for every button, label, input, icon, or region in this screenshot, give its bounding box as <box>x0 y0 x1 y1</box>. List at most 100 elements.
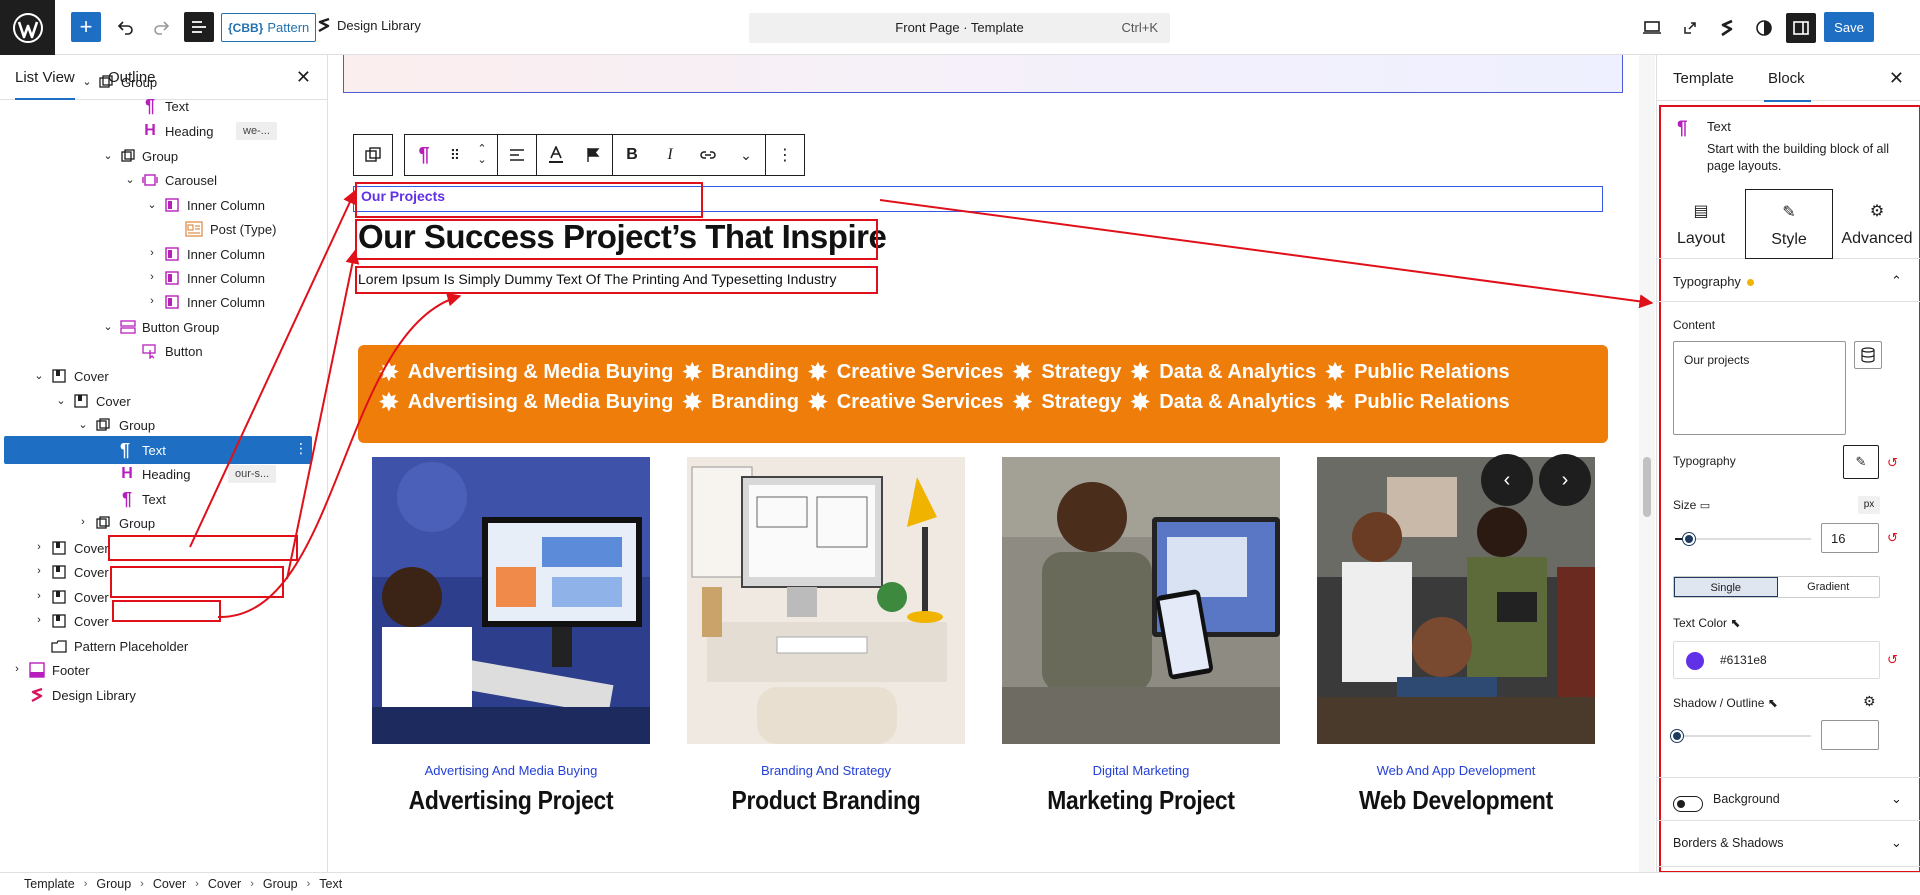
chevron-down-icon[interactable]: ⌄ <box>1891 835 1902 851</box>
styles-button[interactable] <box>1749 13 1779 43</box>
link-button[interactable] <box>689 135 727 175</box>
gear-icon[interactable]: ⚙ <box>1863 693 1876 710</box>
reset-icon[interactable]: ↺ <box>1887 530 1898 546</box>
single-option[interactable]: Single <box>1674 577 1778 597</box>
chevron-down-icon[interactable]: ⌄ <box>54 393 68 407</box>
chevron-down-icon[interactable]: ⌄ <box>101 148 115 162</box>
chevron-right-icon[interactable]: › <box>32 613 46 627</box>
settings-sidebar-button[interactable] <box>1786 13 1816 43</box>
chevron-right-icon[interactable]: › <box>145 246 159 260</box>
project-category[interactable]: Web And App Development <box>1317 763 1595 778</box>
chevron-down-icon[interactable]: ⌄ <box>727 135 765 175</box>
design-library-button[interactable]: Design Library <box>317 17 421 33</box>
text-color-picker[interactable]: #6131e8 <box>1673 641 1880 679</box>
chevron-right-icon[interactable]: › <box>32 564 46 578</box>
list-item[interactable]: › Inner Column <box>4 288 312 316</box>
project-image-phone-laptop[interactable] <box>1002 457 1280 744</box>
gradient-option[interactable]: Gradient <box>1778 577 1880 597</box>
list-item[interactable]: H Heading our-s... <box>4 460 312 488</box>
edit-typography-button[interactable]: ✎ <box>1843 445 1879 479</box>
chevron-down-icon[interactable]: ⌄ <box>101 319 115 333</box>
chevron-up-icon[interactable]: ⌃ <box>1891 273 1902 289</box>
size-slider-handle[interactable] <box>1682 533 1695 545</box>
project-category[interactable]: Branding And Strategy <box>687 763 965 778</box>
view-external-button[interactable] <box>1675 13 1705 43</box>
chevron-down-icon[interactable]: ⌄ <box>76 417 90 431</box>
content-textarea[interactable]: Our projects <box>1673 341 1846 435</box>
project-title[interactable]: Product Branding <box>704 785 949 816</box>
unit-toggle[interactable]: px <box>1858 496 1880 514</box>
project-image-office-analytics[interactable] <box>372 457 650 744</box>
scrollbar-thumb[interactable] <box>1643 457 1651 517</box>
carousel-prev-button[interactable]: ‹ <box>1481 454 1533 506</box>
paragraph-icon[interactable]: ¶ <box>405 135 443 175</box>
subtab-layout[interactable]: ▤ Layout <box>1657 189 1745 259</box>
previous-section-block[interactable] <box>343 55 1623 93</box>
project-category[interactable]: Advertising And Media Buying <box>372 763 650 778</box>
list-item[interactable]: › Group <box>4 509 312 537</box>
borders-panel-header[interactable]: Borders & Shadows ⌄ <box>1657 821 1920 867</box>
desktop-icon[interactable]: ▭ <box>1700 500 1710 512</box>
chevron-down-icon[interactable]: ⌄ <box>32 368 46 382</box>
breadcrumb-item[interactable]: Group <box>263 877 298 891</box>
tab-block[interactable]: Block <box>1764 70 1811 102</box>
chevron-right-icon[interactable]: › <box>145 294 159 308</box>
list-item[interactable]: › Cover <box>4 558 312 586</box>
background-toggle[interactable] <box>1673 796 1703 812</box>
chevron-right-icon[interactable]: › <box>76 515 90 529</box>
document-command-bar[interactable]: Front Page · Template Ctrl+K <box>749 13 1170 43</box>
list-item[interactable]: ¶ Text <box>4 92 312 120</box>
drag-handle-icon[interactable]: ⠿ <box>443 135 467 175</box>
stackable-settings-button[interactable] <box>1712 13 1742 43</box>
subtab-style[interactable]: ✎ Style <box>1745 189 1833 259</box>
size-input[interactable]: 16 <box>1821 523 1879 553</box>
project-image-design-desk[interactable] <box>687 457 965 744</box>
select-parent-button[interactable] <box>354 135 392 175</box>
cursor-icon[interactable]: ⬉ <box>1768 696 1778 710</box>
chevron-down-icon[interactable]: ⌄ <box>80 74 94 88</box>
redo-button[interactable] <box>148 14 174 40</box>
text-color-button[interactable] <box>536 135 574 175</box>
shadow-slider-handle[interactable] <box>1671 730 1683 742</box>
carousel-next-button[interactable]: › <box>1539 454 1591 506</box>
canvas-scrollbar[interactable] <box>1639 55 1655 872</box>
bold-icon[interactable]: B <box>613 135 651 175</box>
italic-icon[interactable]: I <box>651 135 689 175</box>
more-options-icon[interactable]: ⋮ <box>294 440 308 457</box>
pattern-button[interactable]: {CBB} Pattern <box>221 13 317 42</box>
subtab-advanced[interactable]: ⚙ Advanced <box>1833 189 1920 259</box>
preview-button[interactable] <box>1637 13 1667 43</box>
add-block-button[interactable]: + <box>71 12 101 42</box>
project-title[interactable]: Advertising Project <box>389 785 634 816</box>
list-item[interactable]: Post (Type) <box>4 215 312 243</box>
project-title[interactable]: Marketing Project <box>1019 785 1264 816</box>
chevron-down-icon[interactable]: ⌄ <box>123 172 137 186</box>
move-up-down-icon[interactable]: ⌃ ⌄ <box>467 135 497 175</box>
list-item[interactable]: Design Library <box>4 681 312 709</box>
breadcrumb-item[interactable]: Group <box>96 877 131 891</box>
breadcrumb-item[interactable]: Cover <box>153 877 186 891</box>
list-item[interactable]: › Footer <box>4 656 312 684</box>
chevron-down-icon[interactable]: ⌄ <box>145 197 159 211</box>
list-item[interactable]: H Heading we-... <box>4 117 312 145</box>
chevron-down-icon[interactable]: ⌄ <box>1891 791 1902 807</box>
align-left-button[interactable] <box>498 135 536 175</box>
editor-canvas[interactable]: ¶ ⠿ ⌃ ⌄ B I ⌄ ⋮ Our Projects Our Success… <box>329 55 1639 872</box>
dynamic-content-button[interactable] <box>1854 341 1882 369</box>
undo-button[interactable] <box>113 14 139 40</box>
cursor-icon[interactable]: ⬉ <box>1730 616 1740 630</box>
reset-icon[interactable]: ↺ <box>1887 652 1898 668</box>
chevron-right-icon[interactable]: › <box>10 662 24 676</box>
more-options-icon[interactable]: ⋮ <box>766 135 804 175</box>
typography-panel-header[interactable]: Typography ⌃ <box>1657 260 1920 302</box>
project-category[interactable]: Digital Marketing <box>1002 763 1280 778</box>
chevron-right-icon[interactable]: › <box>145 270 159 284</box>
reset-icon[interactable]: ↺ <box>1887 455 1898 471</box>
size-slider-track[interactable] <box>1675 538 1811 540</box>
services-marquee[interactable]: ✸ Advertising & Media Buying ✸ Branding ✸ C… <box>358 345 1608 443</box>
list-view-button[interactable] <box>184 12 214 42</box>
breadcrumb-item[interactable]: Cover <box>208 877 241 891</box>
chevron-right-icon[interactable]: › <box>32 589 46 603</box>
save-button[interactable]: Save <box>1824 12 1874 42</box>
wordpress-logo[interactable] <box>0 0 55 55</box>
